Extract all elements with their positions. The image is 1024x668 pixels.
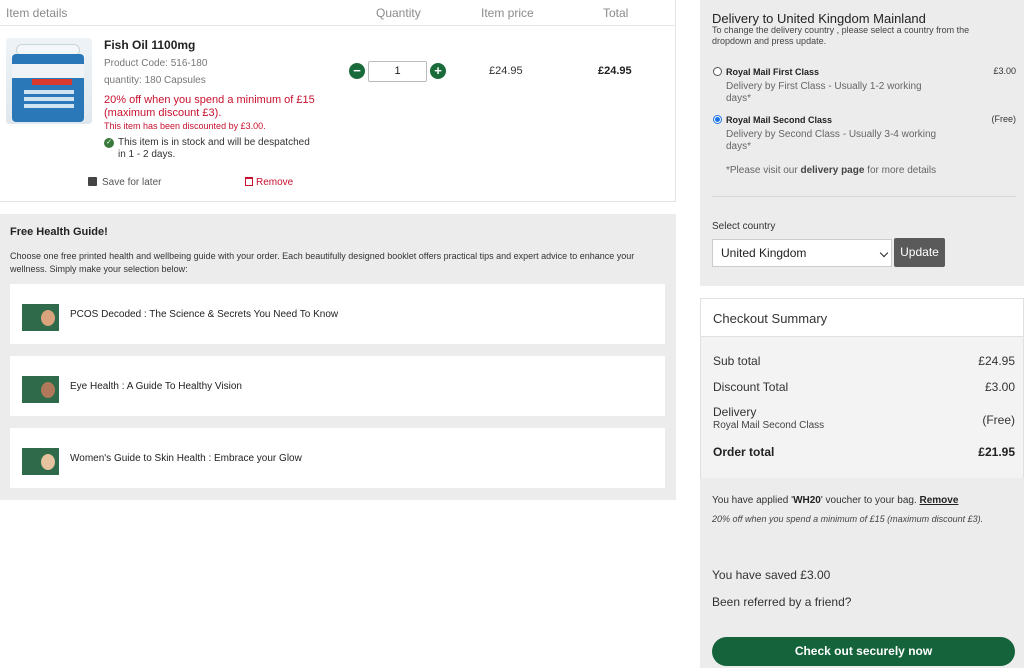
guide-cover-image [22,448,59,475]
check-icon: ✓ [104,138,114,148]
delivery-title: Delivery to United Kingdom Mainland [712,11,926,26]
checkout-button[interactable]: Check out securely now [712,637,1015,666]
order-total-value: £21.95 [978,445,1015,459]
referral-link[interactable]: Been referred by a friend? [712,595,851,609]
guide-option-label: Women's Guide to Skin Health : Embrace y… [70,453,302,464]
remove-item-link[interactable]: Remove [245,177,293,188]
delivery-option-name[interactable]: Royal Mail Second Class [726,115,832,125]
product-name[interactable]: Fish Oil 1100mg [104,38,195,52]
voucher-description: 20% off when you spend a minimum of £15 … [712,514,984,524]
guide-title: Free Health Guide! [10,226,108,238]
delivery-option-price: (Free) [991,114,1017,124]
header-quantity: Quantity [376,6,421,20]
checkout-summary-panel: Checkout Summary Sub total £24.95 Discou… [700,298,1024,478]
quantity-input[interactable]: 1 [368,61,427,82]
delivery-option-description: Delivery by First Class - Usually 1-2 wo… [726,81,922,104]
guide-option-label: Eye Health : A Guide To Healthy Vision [70,381,242,392]
delivery-panel: Delivery to United Kingdom Mainland To c… [700,0,1024,286]
guide-description: Choose one free printed health and wellb… [10,251,635,274]
discount-message: This item has been discounted by £3.00. [104,121,266,131]
delivery-subtitle: To change the delivery country , please … [712,25,970,46]
save-icon [88,177,97,186]
update-country-button[interactable]: Update [894,238,945,267]
delivery-note: *Please visit our delivery page for more… [726,165,937,176]
header-item-details: Item details [6,6,68,20]
country-select[interactable]: United Kingdom [712,239,892,267]
savings-text: You have saved £3.00 [712,568,831,582]
header-total: Total [603,6,629,20]
select-country-label: Select country [712,221,776,232]
guide-option-label: PCOS Decoded : The Science & Secrets You… [70,309,339,320]
save-for-later-link[interactable]: Save for later [88,177,161,188]
bag-table-header: Item details Quantity Item price Total [0,0,676,26]
guide-option-skin-health[interactable]: Women's Guide to Skin Health : Embrace y… [10,428,665,488]
remove-voucher-link[interactable]: Remove [920,495,959,506]
summary-rows: Sub total £24.95 Discount Total £3.00 De… [701,337,1023,478]
guide-cover-image [22,304,59,331]
product-code: Product Code: 516-180 [104,58,208,69]
quantity-decrease-button[interactable]: − [349,63,365,79]
guide-option-pcos[interactable]: PCOS Decoded : The Science & Secrets You… [10,284,665,344]
checkout-summary-title: Checkout Summary [713,311,828,326]
remove-item-label: Remove [256,177,294,188]
free-health-guide-panel: Free Health Guide! Choose one free print… [0,214,676,500]
item-total: £24.95 [598,65,632,77]
item-price: £24.95 [489,65,523,77]
divider [712,196,1016,197]
order-total-label: Order total [713,445,775,459]
voucher-panel: You have applied 'WH20' voucher to your … [700,478,1024,668]
voucher-code: WH20 [793,495,821,506]
country-select-value: United Kingdom [721,246,807,260]
header-item-price: Item price [481,6,534,20]
voucher-applied-text: You have applied 'WH20' voucher to your … [712,495,959,506]
bag-panel: Item details Quantity Item price Total F… [0,0,676,202]
subtotal-value: £24.95 [978,354,1015,368]
chevron-down-icon [879,248,889,258]
discount-label: Discount Total [713,380,789,394]
guide-cover-image [22,376,59,403]
save-for-later-label: Save for later [102,177,162,188]
delivery-option-name[interactable]: Royal Mail First Class [726,67,819,77]
delivery-option-price: £3.00 [993,66,1016,76]
guide-option-eye-health[interactable]: Eye Health : A Guide To Healthy Vision [10,356,665,416]
promo-message: 20% off when you spend a minimum of £15 … [104,94,315,119]
subtotal-label: Sub total [713,354,761,368]
delivery-label: Delivery [713,405,757,419]
delivery-option-second-class-radio[interactable] [713,115,722,124]
delivery-option-description: Delivery by Second Class - Usually 3-4 w… [726,129,937,152]
quantity-increase-button[interactable]: + [430,63,446,79]
stock-status: This item is in stock and will be despat… [118,137,310,160]
discount-value: £3.00 [984,380,1015,394]
delivery-option-first-class-radio[interactable] [713,67,722,76]
product-image[interactable] [6,38,92,124]
delivery-value: (Free) [982,413,1015,427]
trash-icon [245,177,253,186]
delivery-page-link[interactable]: delivery page [800,165,864,176]
delivery-method: Royal Mail Second Class [713,420,825,431]
product-pack-size: quantity: 180 Capsules [104,75,206,86]
